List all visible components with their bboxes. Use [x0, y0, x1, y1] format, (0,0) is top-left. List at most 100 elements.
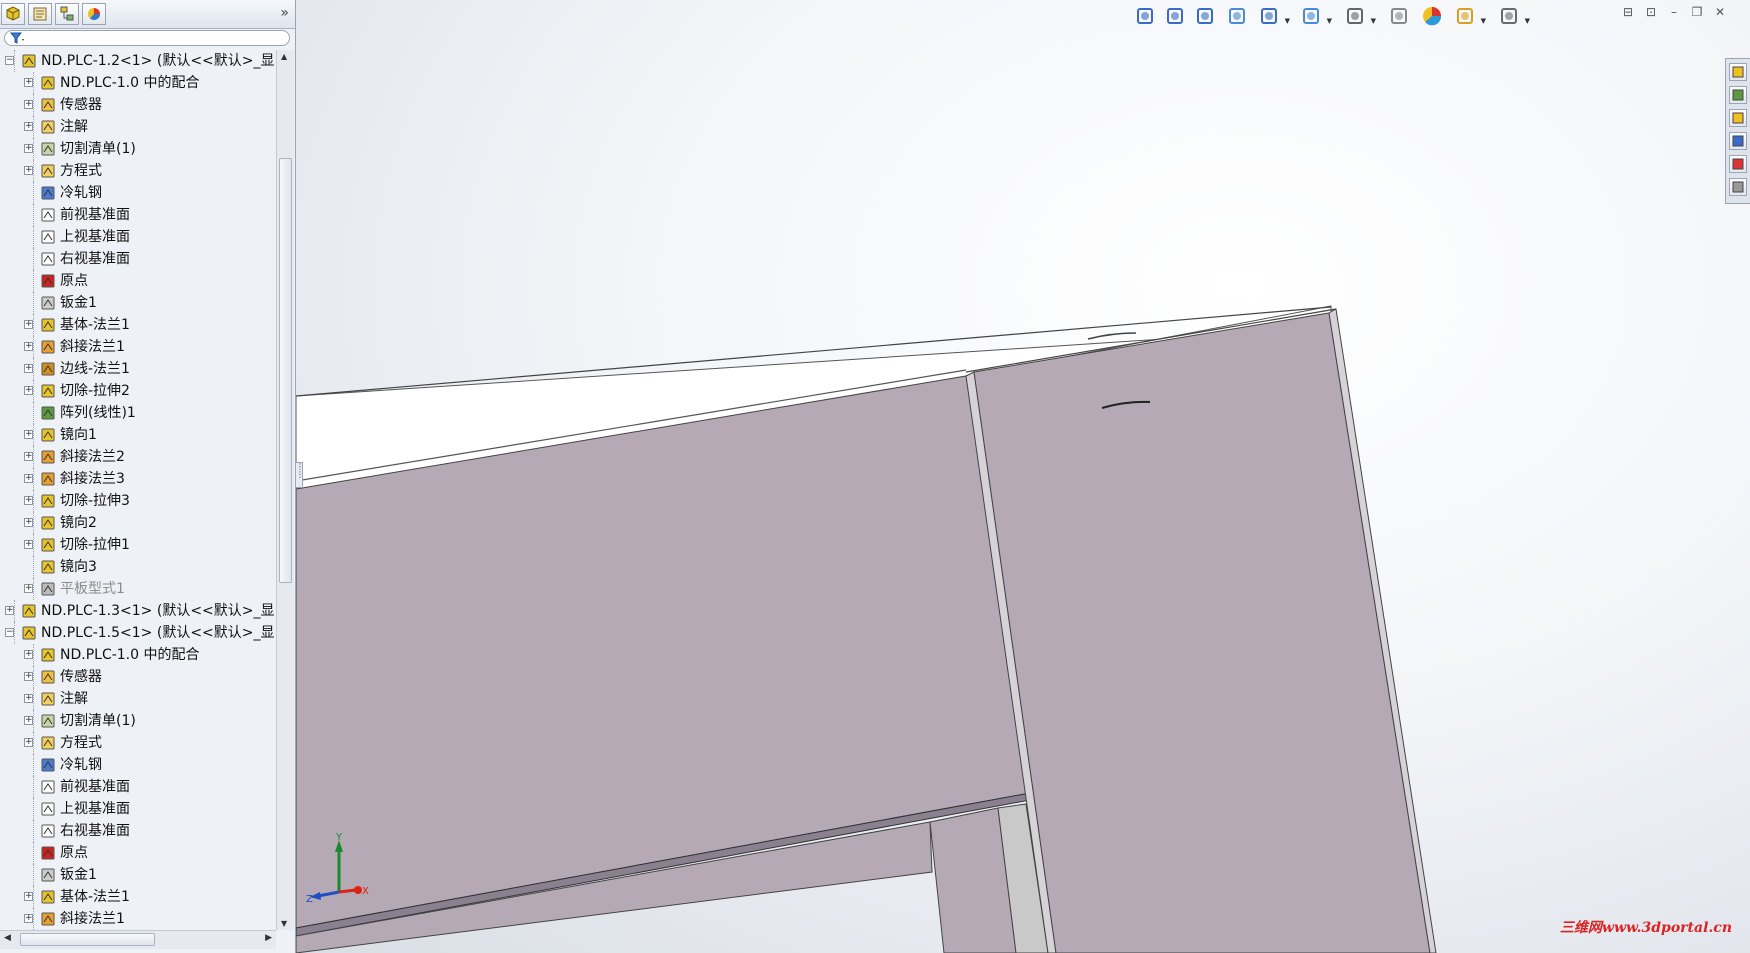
design-library-icon[interactable]: [1729, 86, 1747, 104]
scroll-up-icon[interactable]: ▲: [281, 52, 287, 61]
expand-node-icon[interactable]: +: [24, 672, 33, 681]
tree-item[interactable]: + 方程式: [0, 732, 276, 754]
tree-item[interactable]: − ND.PLC-1.2<1> (默认<<默认>_显: [0, 50, 276, 72]
tree-item[interactable]: + 基体-法兰1: [0, 314, 276, 336]
tree-item[interactable]: + ND.PLC-1.0 中的配合: [0, 644, 276, 666]
expand-node-icon[interactable]: +: [24, 78, 33, 87]
expand-node-icon[interactable]: +: [24, 342, 33, 351]
hide-show-items-button[interactable]: [1388, 4, 1416, 32]
tree-item[interactable]: + 切除-拉伸2: [0, 380, 276, 402]
tree-item[interactable]: + ND.PLC-1.0 中的配合: [0, 72, 276, 94]
scroll-down-icon[interactable]: ▼: [281, 919, 287, 928]
custom-properties-icon[interactable]: [1729, 178, 1747, 196]
display-style-button[interactable]: ▼: [1344, 4, 1376, 32]
expand-node-icon[interactable]: +: [24, 320, 33, 329]
file-explorer-icon[interactable]: [1729, 109, 1747, 127]
vertical-scroll-thumb[interactable]: [279, 158, 292, 583]
expand-node-icon[interactable]: +: [24, 166, 33, 175]
tree-item[interactable]: 钣金1: [0, 292, 276, 314]
expand-node-icon[interactable]: +: [24, 650, 33, 659]
expand-node-icon[interactable]: +: [24, 518, 33, 527]
scroll-right-icon[interactable]: ▶: [265, 933, 272, 943]
expand-node-icon[interactable]: +: [24, 540, 33, 549]
tree-item[interactable]: + 斜接法兰3: [0, 468, 276, 490]
home-icon[interactable]: [1729, 63, 1747, 81]
tree-item[interactable]: + 切割清单(1): [0, 710, 276, 732]
previous-view-button[interactable]: [1194, 4, 1222, 32]
tree-item[interactable]: 冷轧钢: [0, 182, 276, 204]
tree-item[interactable]: 镜向3: [0, 556, 276, 578]
expand-node-icon[interactable]: +: [24, 694, 33, 703]
tree-item[interactable]: 右视基准面: [0, 820, 276, 842]
apply-scene-button[interactable]: ▼: [1454, 4, 1486, 32]
expand-node-icon[interactable]: +: [24, 100, 33, 109]
tree-item[interactable]: − ND.PLC-1.5<1> (默认<<默认>_显: [0, 622, 276, 644]
tree-item[interactable]: + 斜接法兰1: [0, 336, 276, 358]
tree-item[interactable]: 前视基准面: [0, 204, 276, 226]
expand-node-icon[interactable]: +: [24, 364, 33, 373]
expand-node-icon[interactable]: +: [24, 914, 33, 923]
view-settings-button[interactable]: ▼: [1498, 4, 1530, 32]
scroll-left-icon[interactable]: ◀: [4, 933, 11, 943]
zoom-to-area-button[interactable]: [1164, 4, 1192, 32]
expand-node-icon[interactable]: +: [24, 144, 33, 153]
tree-item[interactable]: + 注解: [0, 688, 276, 710]
restore-icon[interactable]: ❐: [1689, 4, 1705, 20]
tree-item[interactable]: 原点: [0, 270, 276, 292]
tree-item[interactable]: 上视基准面: [0, 226, 276, 248]
tree-item[interactable]: + 切割清单(1): [0, 138, 276, 160]
tree-filter-input[interactable]: [4, 30, 290, 46]
zoom-to-fit-button[interactable]: [1134, 4, 1162, 32]
tree-item[interactable]: + 边线-法兰1: [0, 358, 276, 380]
tree-item[interactable]: + 斜接法兰1: [0, 908, 276, 930]
tree-item[interactable]: + 镜向1: [0, 424, 276, 446]
tree-item[interactable]: 上视基准面: [0, 798, 276, 820]
graphics-area[interactable]: ▼ ▼ ▼ ▼ ▼ ⊟ ⊡ – ❐ ✕ Y Z X 三维网www.3dportal.cn: [296, 0, 1750, 953]
dropdown-arrow-icon[interactable]: ▼: [1285, 17, 1290, 25]
expand-node-icon[interactable]: +: [24, 496, 33, 505]
display-manager-tab[interactable]: [82, 3, 106, 25]
expand-node-icon[interactable]: +: [24, 716, 33, 725]
dropdown-arrow-icon[interactable]: ▼: [1371, 17, 1376, 25]
tree-item[interactable]: 原点: [0, 842, 276, 864]
collapse-node-icon[interactable]: −: [5, 56, 14, 65]
expand-node-icon[interactable]: +: [5, 606, 14, 615]
dynamic-annotation-button[interactable]: ▼: [1258, 4, 1290, 32]
panel-splitter-handle[interactable]: ⋮ ⋮: [295, 462, 304, 488]
dropdown-arrow-icon[interactable]: ▼: [1327, 17, 1332, 25]
dropdown-arrow-icon[interactable]: ▼: [1525, 17, 1530, 25]
expand-node-icon[interactable]: +: [24, 584, 33, 593]
tree-item[interactable]: 阵列(线性)1: [0, 402, 276, 424]
expand-panel-icon[interactable]: »: [280, 5, 289, 21]
tree-item[interactable]: + 方程式: [0, 160, 276, 182]
tree-item[interactable]: + 镜向2: [0, 512, 276, 534]
tile-vertical-icon[interactable]: ⊡: [1643, 4, 1659, 20]
tree-item[interactable]: + 切除-拉伸3: [0, 490, 276, 512]
expand-node-icon[interactable]: +: [24, 386, 33, 395]
tree-item[interactable]: + 注解: [0, 116, 276, 138]
feature-manager-tab[interactable]: [1, 3, 25, 25]
tree-item[interactable]: + 平板型式1: [0, 578, 276, 600]
appearances-icon[interactable]: [1729, 155, 1747, 173]
collapse-node-icon[interactable]: −: [5, 628, 14, 637]
dropdown-arrow-icon[interactable]: ▼: [1481, 17, 1486, 25]
expand-node-icon[interactable]: +: [24, 474, 33, 483]
configuration-manager-tab[interactable]: [55, 3, 79, 25]
view-palette-icon[interactable]: [1729, 132, 1747, 150]
property-manager-tab[interactable]: [28, 3, 52, 25]
section-view-button[interactable]: [1226, 4, 1254, 32]
tree-vertical-scrollbar[interactable]: ▲ ▼: [276, 50, 294, 930]
tree-item[interactable]: + 传感器: [0, 94, 276, 116]
tree-item[interactable]: + 切除-拉伸1: [0, 534, 276, 556]
tree-horizontal-scrollbar[interactable]: ◀ ▶: [0, 930, 276, 949]
edit-appearance-button[interactable]: [1420, 4, 1448, 32]
tree-item[interactable]: 右视基准面: [0, 248, 276, 270]
tree-item[interactable]: + ND.PLC-1.3<1> (默认<<默认>_显: [0, 600, 276, 622]
expand-node-icon[interactable]: +: [24, 452, 33, 461]
tile-horizontal-icon[interactable]: ⊟: [1620, 4, 1636, 20]
tree-item[interactable]: 冷轧钢: [0, 754, 276, 776]
expand-node-icon[interactable]: +: [24, 430, 33, 439]
horizontal-scroll-thumb[interactable]: [20, 933, 155, 946]
tree-item[interactable]: + 基体-法兰1: [0, 886, 276, 908]
tree-item[interactable]: + 斜接法兰2: [0, 446, 276, 468]
